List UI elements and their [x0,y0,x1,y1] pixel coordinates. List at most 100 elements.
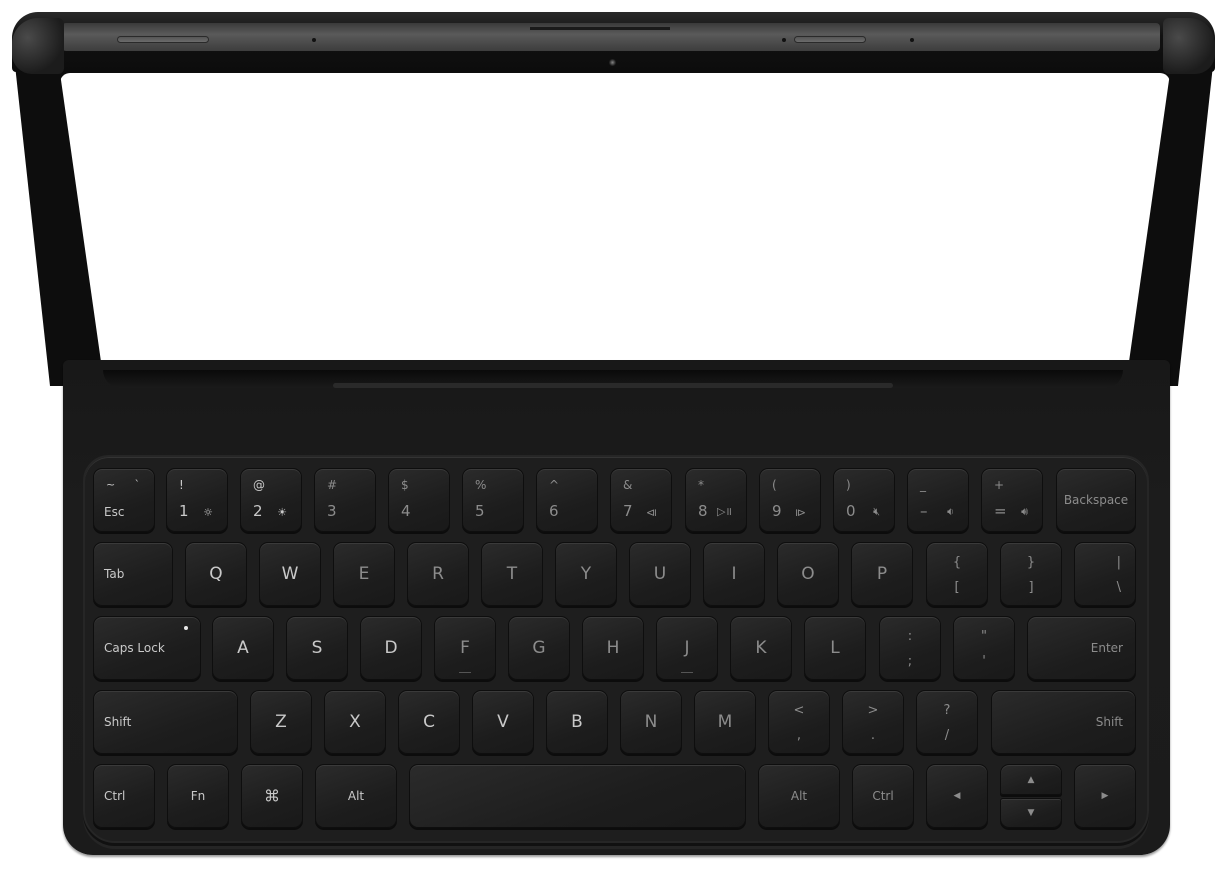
key-legend: R [432,564,444,584]
key-v[interactable]: V [472,690,534,754]
key-legend: } [1026,555,1036,570]
key-legend: E [358,564,370,584]
key-legend: Fn [190,789,206,803]
key-left-alt[interactable]: Alt [315,764,397,828]
key-l[interactable]: L [804,616,866,680]
key-j[interactable]: J [656,616,718,680]
key-left-ctrl[interactable]: Ctrl [93,764,155,828]
key-s[interactable]: S [286,616,348,680]
key-legend: Backspace [1063,493,1129,507]
key-i[interactable]: I [703,542,765,606]
power-button[interactable] [794,36,866,43]
tablet-screen[interactable] [60,73,1170,370]
key-semicolon[interactable]: : ; [879,616,941,680]
key-f[interactable]: F [434,616,496,680]
key-b[interactable]: B [546,690,608,754]
key-x[interactable]: X [324,690,386,754]
key-backspace[interactable]: Backspace [1056,468,1136,532]
key-legend: { [952,555,962,570]
key-q[interactable]: Q [185,542,247,606]
key-right-alt[interactable]: Alt [758,764,840,828]
key-legend: > [867,703,879,718]
key-legend: 9 [772,502,782,520]
key-u[interactable]: U [629,542,691,606]
key-k[interactable]: K [730,616,792,680]
key-4[interactable]: $ 4 [388,468,450,532]
key-slash[interactable]: ? / [916,690,978,754]
key-period[interactable]: > . [842,690,904,754]
key-w[interactable]: W [259,542,321,606]
key-m[interactable]: M [694,690,756,754]
key-legend: . [870,728,876,743]
key-5[interactable]: % 5 [462,468,524,532]
key-legend: ( [772,478,777,492]
key-legend: X [349,712,361,732]
key-comma[interactable]: < , [768,690,830,754]
key-h[interactable]: H [582,616,644,680]
key-legend: U [653,564,667,584]
key-g[interactable]: G [508,616,570,680]
key-right-shift[interactable]: Shift [991,690,1136,754]
key-space[interactable] [409,764,746,828]
key-r[interactable]: R [407,542,469,606]
key-enter[interactable]: Enter [1027,616,1136,680]
key-esc[interactable]: ~ ` Esc [93,468,155,532]
key-equals[interactable]: + = 🔊︎ [981,468,1043,532]
key-legend: ` [134,478,141,491]
key-left-shift[interactable]: Shift [93,690,238,754]
key-o[interactable]: O [777,542,839,606]
key-2[interactable]: @ 2 ☀ [240,468,302,532]
key-legend: C [423,712,435,732]
key-arrow-left[interactable]: ◀ [926,764,988,828]
key-d[interactable]: D [360,616,422,680]
key-p[interactable]: P [851,542,913,606]
key-tab[interactable]: Tab [93,542,173,606]
key-backslash[interactable]: | \ [1074,542,1136,606]
key-legend: + [994,478,1005,492]
key-legend: Ctrl [872,789,894,803]
key-fn[interactable]: Fn [167,764,229,828]
key-c[interactable]: C [398,690,460,754]
key-legend: @ [253,478,265,492]
key-arrow-right[interactable]: ▶ [1074,764,1136,828]
key-minus[interactable]: _ – 🔉︎ [907,468,969,532]
key-legend: – [920,502,928,520]
key-8[interactable]: * 8 ▷॥ [685,468,747,532]
key-legend: = [994,502,1007,520]
volume-button[interactable] [117,36,209,43]
key-legend: A [237,638,249,658]
key-caps-lock[interactable]: Caps Lock [93,616,201,680]
key-right-ctrl[interactable]: Ctrl [852,764,914,828]
key-1[interactable]: ! 1 ☼ [166,468,228,532]
tablet-corner-right [1163,18,1215,74]
key-legend: P [876,564,888,584]
key-legend: T [506,564,518,584]
key-7[interactable]: & 7 ⧏ [610,468,672,532]
key-right-bracket[interactable]: } ] [1000,542,1062,606]
key-legend: 4 [401,502,411,520]
key-e[interactable]: E [333,542,395,606]
key-left-bracket[interactable]: { [ [926,542,988,606]
front-camera-icon [609,59,616,66]
key-t[interactable]: T [481,542,543,606]
key-command[interactable]: ⌘ [241,764,303,828]
key-a[interactable]: A [212,616,274,680]
key-arrow-up[interactable]: ▲ [1000,764,1062,795]
key-0[interactable]: ) 0 🔇︎ [833,468,895,532]
key-legend: Q [209,564,223,584]
key-9[interactable]: ( 9 ⧐ [759,468,821,532]
key-3[interactable]: # 3 [314,468,376,532]
key-quote[interactable]: " ' [953,616,1015,680]
key-legend: 0 [846,502,856,520]
key-legend: ? [943,703,951,718]
microphone-hole [910,38,914,42]
key-legend: Alt [347,789,365,803]
key-z[interactable]: Z [250,690,312,754]
key-n[interactable]: N [620,690,682,754]
key-arrow-down[interactable]: ▼ [1000,798,1062,828]
key-legend: * [698,478,704,492]
key-legend: G [532,638,546,658]
key-y[interactable]: Y [555,542,617,606]
key-legend: J [684,638,690,658]
key-6[interactable]: ^ 6 [536,468,598,532]
